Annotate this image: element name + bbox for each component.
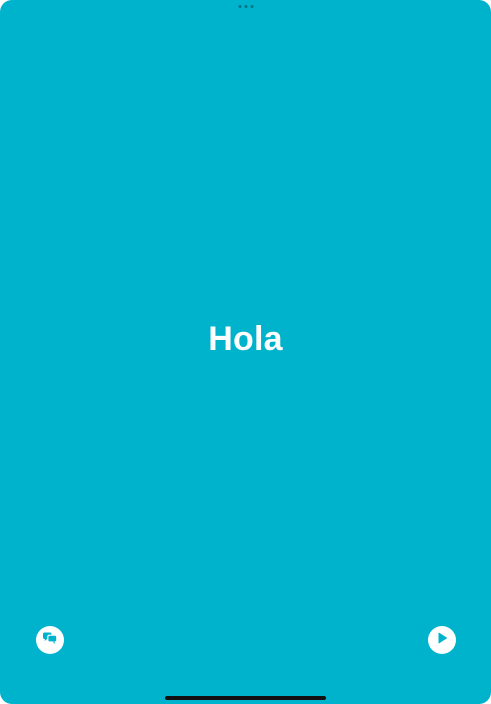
home-indicator[interactable] bbox=[165, 696, 326, 700]
flashcard-word: Hola bbox=[208, 320, 283, 358]
flashcard-screen[interactable]: Hola bbox=[0, 0, 491, 704]
play-button[interactable] bbox=[428, 626, 456, 654]
translate-button[interactable] bbox=[36, 626, 64, 654]
speech-bubbles-icon bbox=[42, 630, 58, 651]
multitasking-handle[interactable] bbox=[238, 5, 253, 8]
play-icon bbox=[435, 631, 449, 650]
